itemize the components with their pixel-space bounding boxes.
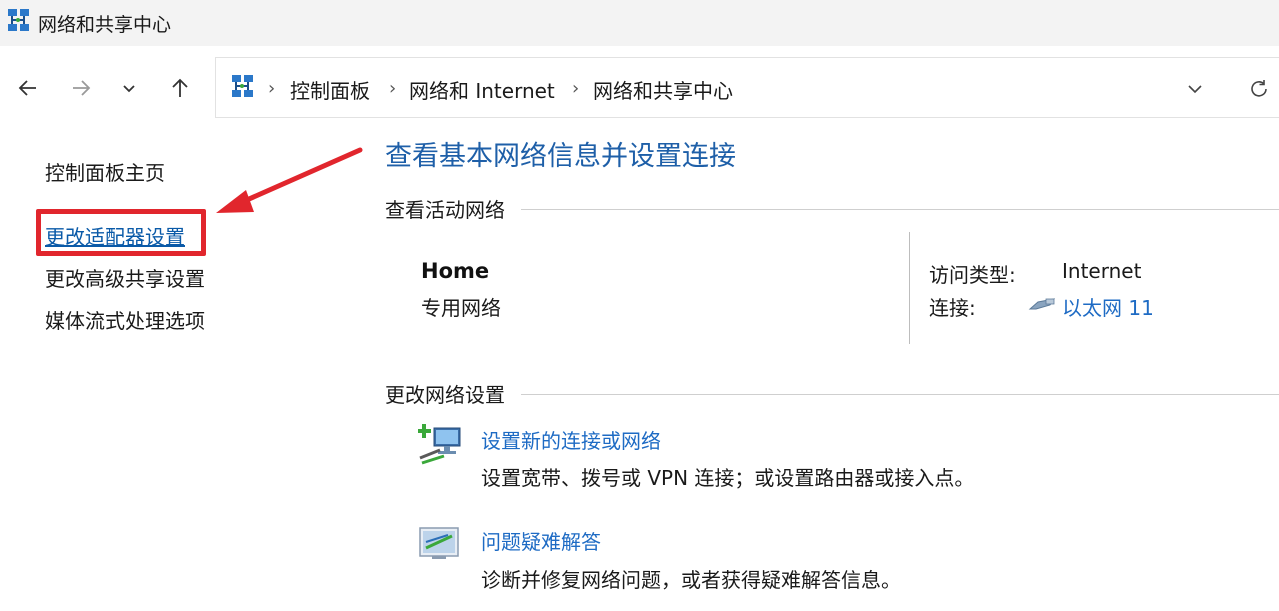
arrow-right-icon xyxy=(73,80,91,96)
connection-link[interactable]: 以太网 11 xyxy=(1062,292,1154,321)
ethernet-icon xyxy=(1028,295,1056,317)
sidebar-item-change-adapter-settings[interactable]: 更改适配器设置 xyxy=(45,221,185,250)
change-settings-header: 更改网络设置 xyxy=(385,383,505,407)
new-connection-icon xyxy=(417,420,464,470)
setup-new-connection-desc: 设置宽带、拨号或 VPN 连接；或设置路由器或接入点。 xyxy=(481,466,975,490)
breadcrumb-control-panel[interactable]: 控制面板 xyxy=(290,75,370,104)
arrow-up-icon xyxy=(172,78,188,97)
title-bar: 网络和共享中心 xyxy=(0,0,1279,46)
sidebar-item-media-streaming[interactable]: 媒体流式处理选项 xyxy=(45,305,205,334)
network-name: Home xyxy=(421,259,490,283)
network-center-icon xyxy=(230,73,256,105)
setup-new-connection-link[interactable]: 设置新的连接或网络 xyxy=(481,425,661,454)
network-type: 专用网络 xyxy=(421,296,501,320)
section-divider xyxy=(521,394,1279,395)
sidebar-item-control-panel-home[interactable]: 控制面板主页 xyxy=(45,157,165,186)
network-center-icon xyxy=(6,7,32,39)
refresh-icon xyxy=(1251,80,1267,97)
address-history-dropdown[interactable] xyxy=(1178,74,1212,104)
sidebar-item-change-advanced-sharing[interactable]: 更改高级共享设置 xyxy=(45,263,205,292)
section-divider xyxy=(521,209,1279,210)
arrow-left-icon xyxy=(18,80,36,96)
chevron-down-icon xyxy=(123,85,135,93)
chevron-down-icon xyxy=(1188,85,1202,94)
breadcrumb-separator: › xyxy=(268,78,276,99)
up-button[interactable] xyxy=(162,68,198,108)
breadcrumb-separator: › xyxy=(572,78,580,99)
back-button[interactable] xyxy=(10,68,46,108)
access-type-label: 访问类型: xyxy=(929,263,1016,287)
connections-label: 连接: xyxy=(929,296,976,320)
active-networks-header: 查看活动网络 xyxy=(385,198,505,222)
recent-locations-button[interactable] xyxy=(111,68,147,108)
breadcrumb-separator: › xyxy=(389,78,397,99)
refresh-button[interactable] xyxy=(1242,74,1276,104)
troubleshoot-link[interactable]: 问题疑难解答 xyxy=(481,526,601,555)
access-type-value: Internet xyxy=(1062,259,1142,283)
troubleshoot-desc: 诊断并修复网络问题，或者获得疑难解答信息。 xyxy=(481,568,901,592)
address-bar[interactable]: › 控制面板 › 网络和 Internet › 网络和共享中心 xyxy=(215,57,1279,118)
breadcrumb-network-internet[interactable]: 网络和 Internet xyxy=(409,75,555,104)
network-divider xyxy=(909,232,910,344)
breadcrumb-network-sharing-center[interactable]: 网络和共享中心 xyxy=(593,75,733,104)
forward-button[interactable] xyxy=(63,68,99,108)
window-title: 网络和共享中心 xyxy=(38,14,172,36)
troubleshoot-icon xyxy=(418,526,462,566)
page-title: 查看基本网络信息并设置连接 xyxy=(385,141,736,172)
